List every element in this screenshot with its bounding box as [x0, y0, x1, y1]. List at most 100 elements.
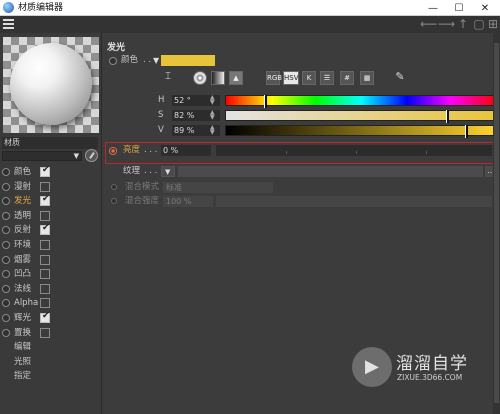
minimize-button[interactable]: — — [420, 0, 446, 16]
material-sidebar: 材质 ▼ 颜色 漫射 发光 透明 反射 环境 — [0, 33, 102, 414]
kelvin-button[interactable]: K — [302, 71, 316, 85]
channel-radio[interactable] — [2, 182, 10, 191]
channel-reflectance[interactable]: 反射 — [0, 223, 102, 238]
hue-stepper[interactable]: ▲ ▼ — [210, 95, 215, 106]
pick-tool-icon[interactable] — [85, 149, 98, 162]
scrollbar[interactable] — [493, 33, 500, 414]
channel-label: 烟雾 — [14, 254, 32, 265]
texture-slot[interactable] — [178, 166, 483, 177]
scrollbar-thumb[interactable] — [494, 43, 499, 403]
mixer-button[interactable]: ☰ — [320, 71, 334, 85]
watermark: 溜溜自学 ZIXUE.3D66.COM — [350, 345, 470, 395]
sidebar-item-editor[interactable]: 编辑 — [0, 340, 102, 355]
channel-checkbox[interactable] — [40, 311, 50, 323]
channel-checkbox[interactable] — [40, 181, 50, 192]
material-dropdown[interactable]: ▼ — [2, 151, 82, 161]
channel-displacement[interactable]: 置换 — [0, 326, 102, 341]
new-panel-icon[interactable]: ⊞ — [486, 17, 500, 31]
channel-radio[interactable] — [2, 211, 10, 220]
channel-transparency[interactable]: 透明 — [0, 209, 102, 224]
channel-diffusion[interactable]: 漫射 — [0, 180, 102, 195]
lock-icon[interactable]: ▢ — [472, 17, 486, 31]
channel-label: 辉光 — [14, 312, 32, 323]
expand-icon[interactable]: ⌶ — [161, 71, 175, 85]
sidebar-item-illumination[interactable]: 光照 — [0, 355, 102, 370]
channel-radio[interactable] — [2, 313, 10, 322]
channel-checkbox[interactable] — [40, 194, 50, 207]
close-button[interactable]: ✕ — [472, 0, 498, 16]
channel-checkbox[interactable] — [40, 210, 50, 221]
forward-arrow-icon[interactable]: ⟶ — [438, 17, 455, 31]
channel-fog[interactable]: 烟雾 — [0, 253, 102, 268]
color-animate-radio[interactable] — [109, 57, 117, 65]
texture-dropdown[interactable]: ▼ — [161, 166, 175, 177]
maximize-button[interactable]: ☐ — [446, 0, 472, 16]
back-arrow-icon[interactable]: ⟵ — [420, 17, 437, 31]
channel-label: 透明 — [14, 210, 32, 221]
channel-label: 置换 — [14, 327, 32, 338]
blend-strength-label: 混合强度 — [125, 196, 160, 206]
saturation-label: S — [158, 110, 164, 120]
chevron-down-icon: ▼ — [165, 168, 171, 176]
channel-radio[interactable] — [2, 255, 10, 264]
window-title: 材质编辑器 — [18, 3, 64, 13]
channel-radio[interactable] — [2, 270, 10, 279]
brightness-label: 亮度 — [123, 145, 141, 155]
swatches-button[interactable]: ▦ — [360, 71, 374, 85]
hue-knob[interactable] — [263, 95, 267, 108]
color-label: 颜色 — [121, 55, 139, 65]
channel-radio[interactable] — [2, 284, 10, 293]
channel-checkbox[interactable] — [40, 283, 50, 294]
channel-radio[interactable] — [2, 240, 10, 249]
hsv-button[interactable]: HSV — [283, 71, 299, 85]
value-stepper[interactable]: ▲ ▼ — [210, 125, 215, 136]
color-swatch[interactable] — [161, 55, 215, 66]
channel-radio[interactable] — [2, 197, 10, 206]
channel-checkbox[interactable] — [40, 239, 50, 250]
rgb-button[interactable]: RGB — [266, 71, 282, 85]
brightness-animate-radio[interactable] — [109, 147, 117, 155]
channel-checkbox[interactable] — [40, 254, 50, 265]
channel-checkbox[interactable] — [40, 223, 50, 236]
channel-radio[interactable] — [2, 168, 10, 176]
channel-color[interactable]: 颜色 — [0, 165, 102, 180]
value-knob[interactable] — [464, 125, 468, 138]
spectrum-icon[interactable] — [211, 71, 225, 85]
channel-label: 颜色 — [14, 167, 32, 177]
chevron-down-icon[interactable]: ▼ — [153, 56, 159, 65]
channel-environment[interactable]: 环境 — [0, 238, 102, 253]
color-wheel-icon[interactable] — [193, 71, 207, 85]
brightness-input[interactable]: 0 % — [161, 145, 211, 156]
menu-icon[interactable] — [3, 19, 14, 29]
material-preview[interactable] — [3, 37, 99, 133]
value-slider[interactable] — [225, 125, 497, 138]
sidebar-item-label: 编辑 — [14, 342, 32, 353]
color-label-dots: . . — [143, 55, 152, 65]
brightness-label-dots: . . . — [144, 145, 158, 155]
image-picker-icon[interactable]: ▲ — [229, 71, 243, 85]
channel-radio[interactable] — [2, 226, 10, 235]
blend-strength-radio — [111, 198, 117, 204]
channel-bump[interactable]: 凹凸 — [0, 267, 102, 282]
channel-glow[interactable]: 辉光 — [0, 311, 102, 326]
sidebar-item-assign[interactable]: 指定 — [0, 369, 102, 384]
material-name-field[interactable]: 材质 — [2, 137, 98, 149]
channel-normal[interactable]: 法线 — [0, 282, 102, 297]
channel-luminance[interactable]: 发光 — [0, 194, 102, 209]
brightness-slider[interactable] — [216, 145, 492, 156]
channel-radio[interactable] — [2, 328, 10, 337]
saturation-knob[interactable] — [445, 110, 449, 123]
hex-button[interactable]: # — [340, 71, 354, 85]
channel-checkbox[interactable] — [40, 269, 50, 280]
up-arrow-icon[interactable]: ↑ — [456, 17, 470, 31]
eyedropper-icon[interactable]: ✎ — [393, 71, 407, 85]
channel-radio[interactable] — [2, 299, 10, 308]
channel-label: Alpha — [14, 298, 39, 309]
channel-checkbox[interactable] — [40, 327, 50, 338]
channel-checkbox[interactable] — [40, 298, 50, 309]
channel-alpha[interactable]: Alpha — [0, 296, 102, 311]
saturation-stepper[interactable]: ▲ ▼ — [210, 110, 215, 121]
hue-slider[interactable] — [225, 95, 497, 108]
saturation-slider[interactable] — [225, 110, 497, 123]
channel-checkbox[interactable] — [40, 165, 50, 177]
